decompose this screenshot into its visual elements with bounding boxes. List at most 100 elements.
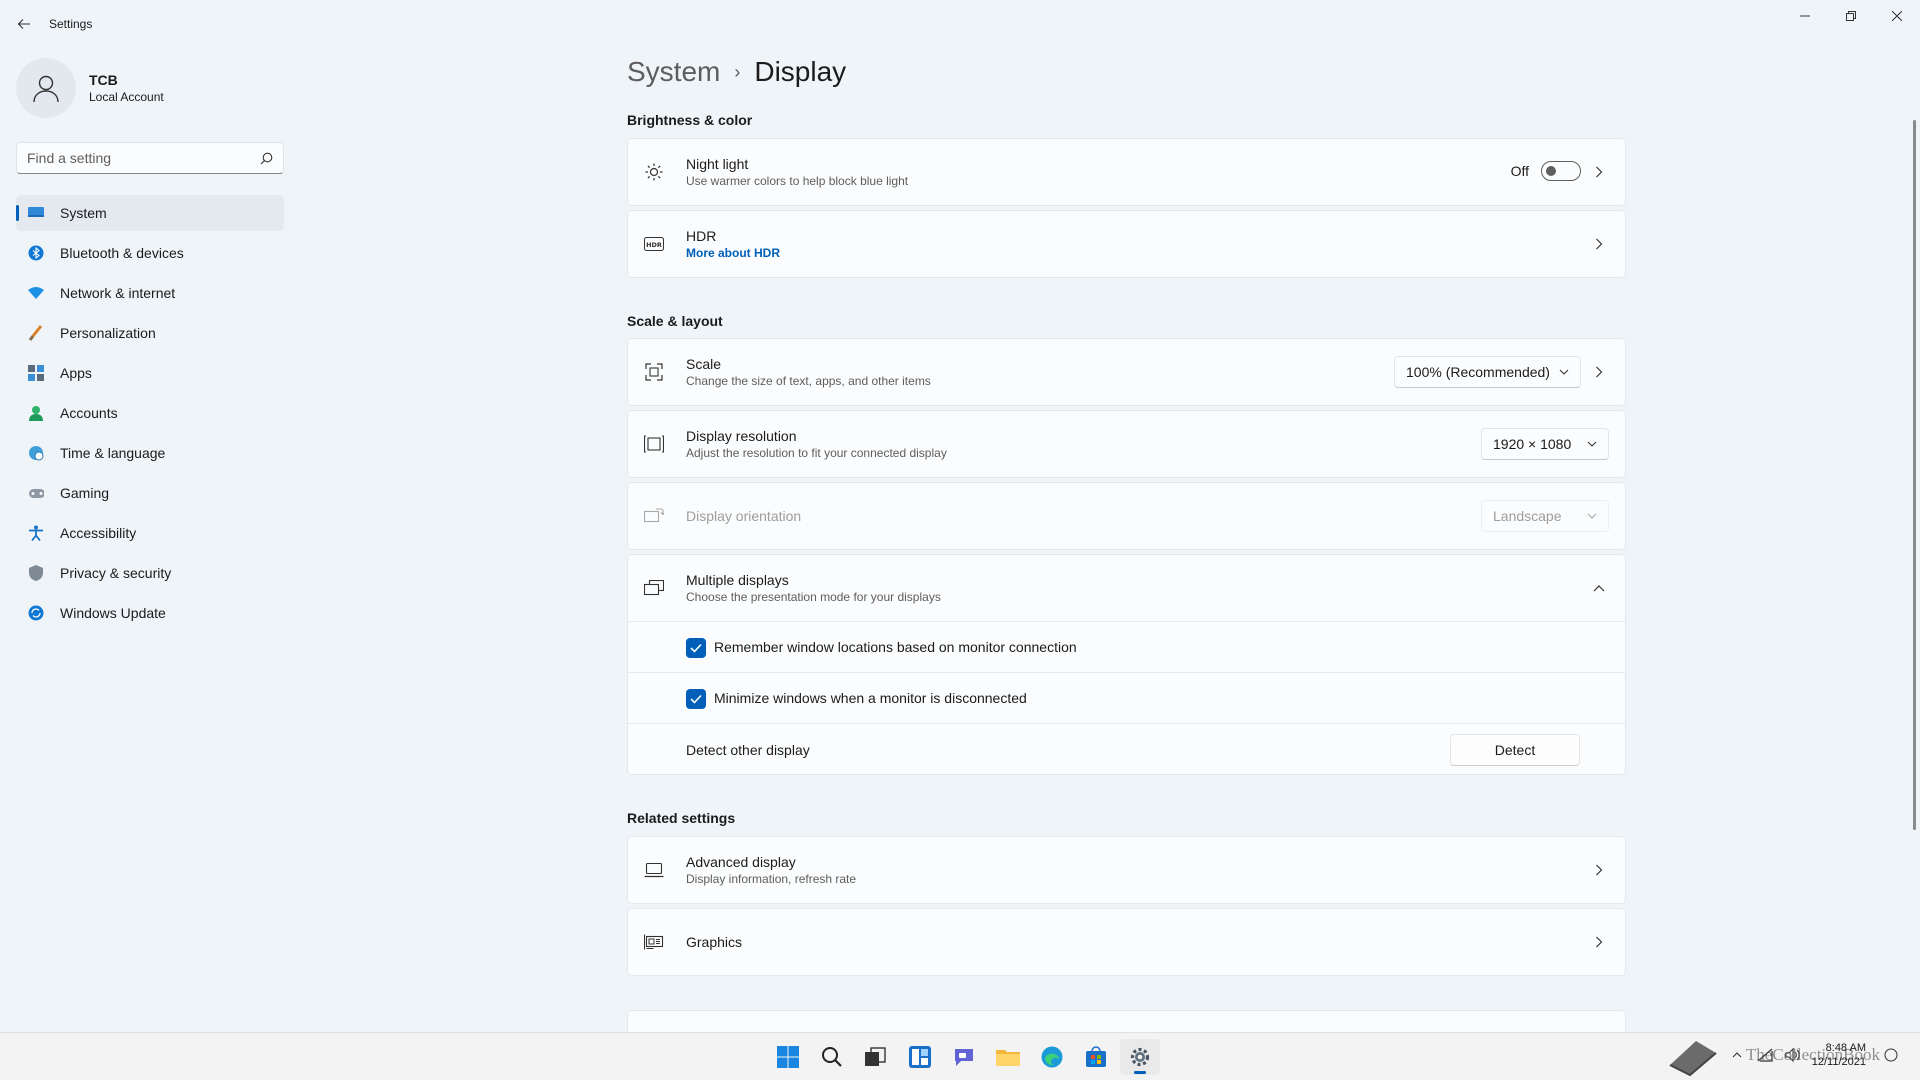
breadcrumb-parent[interactable]: System (627, 56, 720, 88)
chevron-right-icon[interactable] (1591, 934, 1607, 950)
chevron-right-icon[interactable] (1591, 862, 1607, 878)
store-button[interactable] (1076, 1039, 1116, 1075)
accessibility-icon (28, 525, 44, 541)
hdr-icon: HDR (644, 234, 664, 254)
hdr-card[interactable]: HDR HDR More about HDR (627, 210, 1626, 278)
book-watermark-icon (1666, 1035, 1720, 1080)
bluetooth-icon (28, 245, 44, 261)
sidebar-item-apps[interactable]: Apps (16, 355, 284, 391)
file-explorer-button[interactable] (988, 1039, 1028, 1075)
network-icon[interactable] (1754, 1044, 1776, 1066)
clock-time: 8:48 AM (1825, 1042, 1866, 1054)
sidebar: TCB Local Account System Bluetooth & dev… (0, 48, 300, 1032)
hdr-title: HDR (686, 228, 717, 244)
sun-icon (644, 162, 664, 182)
sidebar-item-label: Accessibility (60, 525, 137, 541)
wifi-icon (28, 285, 44, 301)
resolution-card: Display resolution Adjust the resolution… (627, 410, 1626, 478)
sidebar-item-label: Network & internet (60, 285, 176, 301)
detect-button[interactable]: Detect (1450, 734, 1580, 766)
multiple-displays-icon (644, 578, 664, 598)
chevron-up-icon[interactable] (1726, 1044, 1748, 1066)
scale-dropdown[interactable]: 100% (Recommended) (1394, 356, 1581, 388)
brush-icon (28, 325, 44, 341)
profile-account-type: Local Account (89, 90, 164, 104)
hdr-link[interactable]: More about HDR (686, 246, 780, 260)
orientation-value: Landscape (1493, 508, 1562, 524)
edge-button[interactable] (1032, 1039, 1072, 1075)
taskbar-apps (766, 1039, 1162, 1075)
graphics-card-icon (644, 932, 664, 952)
advanced-display-card[interactable]: Advanced display Display information, re… (627, 836, 1626, 904)
user-avatar-icon (33, 75, 59, 103)
start-button[interactable] (768, 1039, 808, 1075)
minimize-windows-checkbox[interactable] (686, 689, 706, 709)
chat-icon (955, 1049, 973, 1066)
sidebar-item-accessibility[interactable]: Accessibility (16, 515, 284, 551)
search-box[interactable] (16, 142, 284, 174)
taskbar-search-button[interactable] (812, 1039, 852, 1075)
night-light-card[interactable]: Night light Use warmer colors to help bl… (627, 138, 1626, 206)
next-card-partial (627, 1010, 1626, 1032)
minimize-windows-row: Minimize windows when a monitor is disco… (628, 672, 1625, 723)
chevron-right-icon[interactable] (1591, 164, 1607, 180)
settings-taskbar-button[interactable] (1120, 1039, 1160, 1075)
chevron-down-icon (1587, 441, 1597, 447)
page-title: Display (754, 56, 847, 87)
minimize-button[interactable] (1782, 0, 1828, 32)
sidebar-item-label: Bluetooth & devices (60, 245, 184, 261)
back-button[interactable] (12, 12, 36, 36)
person-icon (28, 405, 44, 421)
chevron-right-icon[interactable] (1591, 364, 1607, 380)
graphics-card[interactable]: Graphics (627, 908, 1626, 976)
user-profile[interactable]: TCB Local Account (16, 58, 164, 118)
clock-date: 12/11/2021 (1811, 1056, 1866, 1068)
close-button[interactable] (1874, 0, 1920, 32)
chevron-up-icon[interactable] (1591, 580, 1607, 596)
resolution-dropdown[interactable]: 1920 × 1080 (1481, 428, 1609, 460)
task-view-button[interactable] (856, 1039, 896, 1075)
sidebar-item-windows-update[interactable]: Windows Update (16, 595, 284, 631)
graphics-title: Graphics (686, 934, 743, 950)
volume-icon[interactable] (1782, 1044, 1804, 1066)
notification-icon[interactable] (1880, 1044, 1902, 1066)
night-light-toggle[interactable] (1541, 161, 1581, 181)
sidebar-item-label: Privacy & security (60, 565, 172, 581)
sidebar-item-bluetooth[interactable]: Bluetooth & devices (16, 235, 284, 271)
chat-button[interactable] (944, 1039, 984, 1075)
sidebar-item-system[interactable]: System (16, 195, 284, 231)
sidebar-item-label: Apps (60, 365, 92, 381)
multiple-displays-header[interactable]: Multiple displays Choose the presentatio… (628, 555, 1625, 621)
apps-icon (28, 365, 44, 381)
search-icon[interactable] (260, 152, 273, 165)
chevron-down-icon (1587, 513, 1597, 519)
section-title-brightness: Brightness & color (627, 112, 753, 128)
remember-locations-checkbox[interactable] (686, 638, 706, 658)
taskbar-clock[interactable]: 8:48 AM 12/11/2021 (1812, 1041, 1866, 1069)
multiple-displays-subtitle: Choose the presentation mode for your di… (686, 590, 941, 604)
sidebar-item-label: System (60, 205, 107, 221)
orientation-card: Display orientation Landscape (627, 482, 1626, 550)
sidebar-item-accounts[interactable]: Accounts (16, 395, 284, 431)
shield-icon (28, 565, 44, 581)
night-light-state: Off (1510, 163, 1529, 179)
sidebar-item-time-language[interactable]: Time & language (16, 435, 284, 471)
search-input[interactable] (27, 150, 260, 166)
breadcrumb-separator: › (734, 61, 741, 82)
orientation-dropdown: Landscape (1481, 500, 1609, 532)
sidebar-item-label: Personalization (60, 325, 156, 341)
minimize-windows-label: Minimize windows when a monitor is disco… (714, 690, 1027, 706)
chevron-right-icon[interactable] (1591, 236, 1607, 252)
widgets-button[interactable] (900, 1039, 940, 1075)
scrollbar[interactable] (1913, 120, 1916, 830)
resolution-value: 1920 × 1080 (1493, 436, 1572, 452)
sidebar-item-privacy[interactable]: Privacy & security (16, 555, 284, 591)
sidebar-item-gaming[interactable]: Gaming (16, 475, 284, 511)
remember-locations-label: Remember window locations based on monit… (714, 639, 1077, 655)
resolution-icon (644, 434, 664, 454)
update-icon (28, 605, 44, 621)
sidebar-item-network[interactable]: Network & internet (16, 275, 284, 311)
checkmark-icon (690, 643, 702, 653)
restore-button[interactable] (1828, 0, 1874, 32)
sidebar-item-personalization[interactable]: Personalization (16, 315, 284, 351)
